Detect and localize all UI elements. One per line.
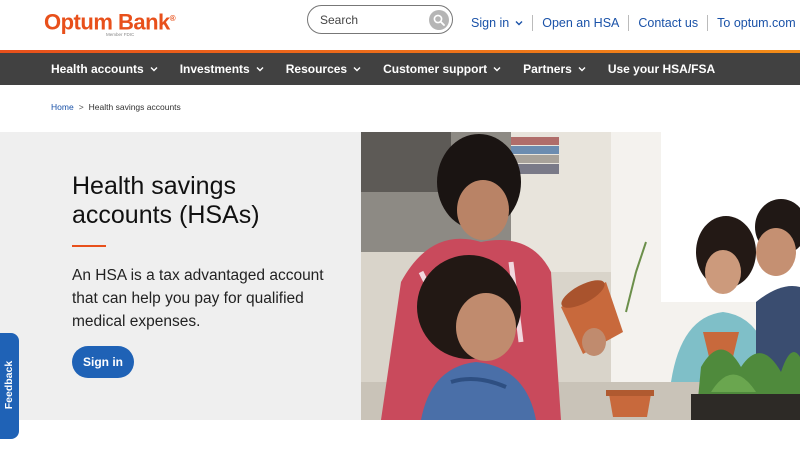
nav-use-your-hsa-fsa[interactable]: Use your HSA/FSA [608,62,715,76]
hero-photo-illustration [361,132,800,420]
nav-item-label: Investments [179,62,250,76]
chevron-down-icon [150,67,158,72]
family-gardening-photo [361,132,800,420]
contact-us-link[interactable]: Contact us [628,15,707,31]
main-nav: Health accounts Investments Resources Cu… [0,53,800,85]
nav-investments[interactable]: Investments [180,62,264,76]
nav-item-label: Customer support [383,62,488,76]
utility-links: Sign in Open an HSA Contact us To optum.… [462,14,800,32]
hero-description: An HSA is a tax advantaged account that … [72,267,324,330]
site-header: Optum Bank® Member FDIC Sign in Open an … [0,0,800,50]
chevron-down-icon [578,67,586,72]
breadcrumb-current: Health savings accounts [88,102,181,112]
chevron-down-icon [515,21,523,26]
nav-customer-support[interactable]: Customer support [383,62,501,76]
feedback-label: Feedback [3,360,15,410]
hero-panel: Health savings accounts (HSAs) An HSA is… [0,132,361,420]
nav-item-label: Resources [285,62,348,76]
breadcrumb: Home > Health savings accounts [51,102,181,112]
nav-item-label: Partners [523,62,572,76]
nav-item-label: Use your HSA/FSA [607,62,716,76]
search-box [307,5,453,34]
optum-bank-logo[interactable]: Optum Bank® Member FDIC [44,6,176,37]
breadcrumb-separator: > [78,102,84,112]
feedback-tab[interactable]: Feedback [0,333,19,439]
breadcrumb-home-link[interactable]: Home [51,102,74,112]
sign-in-link-label: Sign in [471,16,510,30]
chevron-down-icon [256,67,264,72]
nav-health-accounts[interactable]: Health accounts [51,62,158,76]
search-icon [433,14,445,26]
logo-wordmark: Optum Bank® [44,9,176,35]
chevron-down-icon [353,67,361,72]
search-input[interactable] [320,11,430,29]
to-optum-com-link[interactable]: To optum.com [707,15,800,31]
hero-sign-in-button[interactable]: Sign in [72,346,134,378]
nav-resources[interactable]: Resources [286,62,361,76]
sign-in-link[interactable]: Sign in [462,15,532,31]
page-title: Health savings accounts (HSAs) [72,172,260,229]
nav-item-label: Health accounts [51,62,144,76]
title-accent-rule [72,245,106,247]
open-an-hsa-link[interactable]: Open an HSA [532,15,628,31]
logo-member-fdic: Member FDIC [106,32,135,37]
nav-partners[interactable]: Partners [523,62,586,76]
search-button[interactable] [429,10,449,30]
chevron-down-icon [493,67,501,72]
